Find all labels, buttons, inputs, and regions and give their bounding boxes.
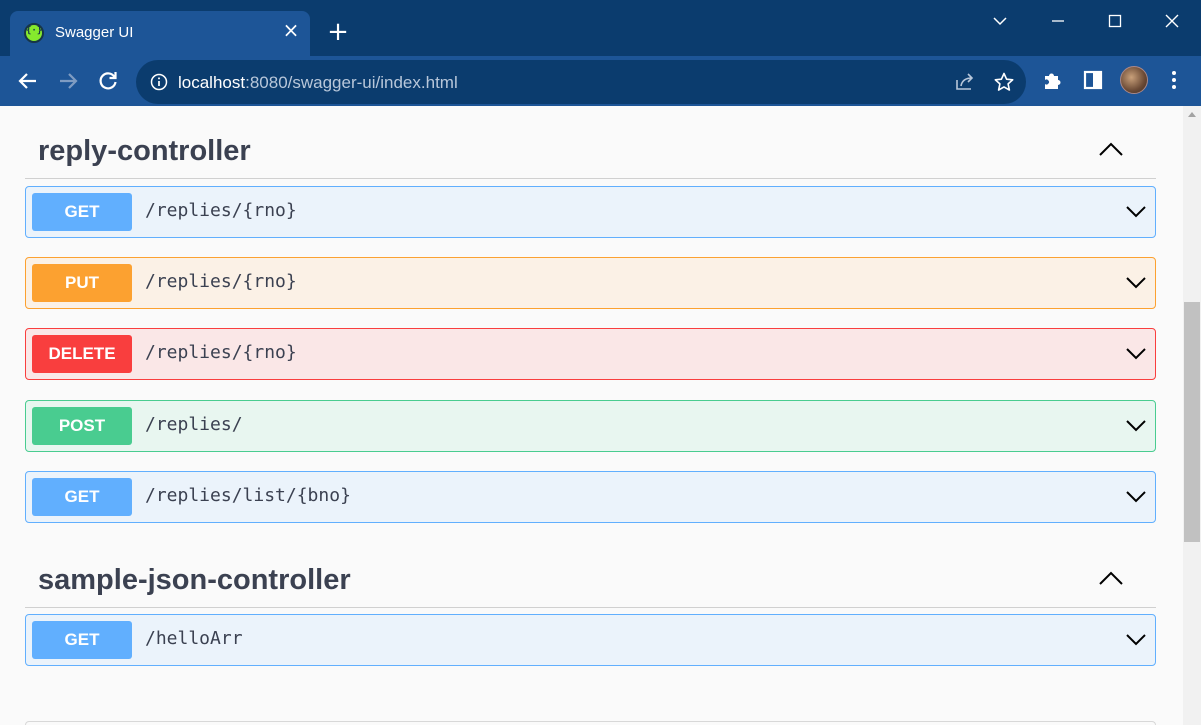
operation-path: /replies/list/{bno} — [145, 485, 351, 506]
puzzle-icon[interactable] — [1041, 68, 1065, 92]
operation-get-helloarr[interactable]: GET /helloArr — [25, 614, 1156, 666]
chevron-down-icon[interactable] — [1125, 632, 1147, 648]
section-title: sample-json-controller — [38, 564, 351, 596]
method-badge: DELETE — [32, 335, 132, 373]
tab-close-button[interactable]: × — [280, 19, 302, 41]
operation-post-replies[interactable]: POST /replies/ — [25, 400, 1156, 452]
section-header-sample-json-controller[interactable]: sample-json-controller — [25, 552, 1156, 608]
chevron-down-icon[interactable] — [1125, 418, 1147, 434]
side-panel-icon[interactable] — [1081, 68, 1105, 92]
chevron-down-icon[interactable] — [1125, 275, 1147, 291]
chevron-down-icon[interactable] — [1125, 346, 1147, 362]
page-scrollbar[interactable] — [1183, 106, 1201, 725]
maximize-button[interactable] — [1100, 6, 1130, 36]
kebab-menu-icon[interactable] — [1162, 68, 1186, 92]
share-icon[interactable] — [954, 71, 976, 93]
operation-delete-replies-rno[interactable]: DELETE /replies/{rno} — [25, 328, 1156, 380]
browser-titlebar: Swagger UI × + — [0, 0, 1201, 56]
method-badge: GET — [32, 193, 132, 231]
tab-title: Swagger UI — [55, 24, 134, 41]
section-header-reply-controller[interactable]: reply-controller — [25, 123, 1156, 179]
swagger-page: reply-controller GET /replies/{rno} PUT … — [0, 106, 1183, 725]
chevron-up-icon[interactable] — [1098, 569, 1124, 587]
operation-path: /helloArr — [145, 628, 243, 649]
url-host: localhost — [178, 73, 246, 92]
url-text[interactable]: localhost:8080/swagger-ui/index.html — [178, 73, 458, 93]
address-bar[interactable]: localhost:8080/swagger-ui/index.html — [136, 60, 1026, 104]
operation-get-replies-rno[interactable]: GET /replies/{rno} — [25, 186, 1156, 238]
browser-tab[interactable]: Swagger UI × — [10, 11, 310, 56]
minimize-button[interactable] — [1043, 6, 1073, 36]
arrow-right-icon[interactable] — [55, 68, 81, 94]
operation-path: /replies/{rno} — [145, 271, 297, 292]
operation-path: /replies/{rno} — [145, 342, 297, 363]
star-icon[interactable] — [993, 71, 1015, 93]
chevron-down-icon[interactable] — [1125, 489, 1147, 505]
method-badge: GET — [32, 478, 132, 516]
browser-toolbar: localhost:8080/swagger-ui/index.html — [0, 56, 1201, 106]
new-tab-button[interactable]: + — [324, 18, 352, 46]
reload-icon[interactable] — [95, 68, 121, 94]
next-section-edge — [25, 721, 1156, 725]
operation-put-replies-rno[interactable]: PUT /replies/{rno} — [25, 257, 1156, 309]
tab-search-chevron-down-icon[interactable] — [985, 6, 1015, 36]
chevron-up-icon[interactable] — [1098, 140, 1124, 158]
info-circle-icon[interactable] — [150, 73, 168, 96]
profile-avatar[interactable] — [1120, 66, 1148, 94]
scrollbar-thumb[interactable] — [1184, 302, 1200, 542]
method-badge: PUT — [32, 264, 132, 302]
swagger-favicon-icon — [24, 23, 44, 43]
url-path: :8080/swagger-ui/index.html — [245, 73, 458, 92]
arrow-left-icon[interactable] — [15, 68, 41, 94]
method-badge: POST — [32, 407, 132, 445]
method-badge: GET — [32, 621, 132, 659]
operation-path: /replies/ — [145, 414, 243, 435]
section-title: reply-controller — [38, 135, 251, 167]
scroll-up-arrow-icon[interactable] — [1188, 112, 1196, 117]
operation-get-replies-list-bno[interactable]: GET /replies/list/{bno} — [25, 471, 1156, 523]
chevron-down-icon[interactable] — [1125, 204, 1147, 220]
operation-path: /replies/{rno} — [145, 200, 297, 221]
close-window-button[interactable] — [1157, 6, 1187, 36]
